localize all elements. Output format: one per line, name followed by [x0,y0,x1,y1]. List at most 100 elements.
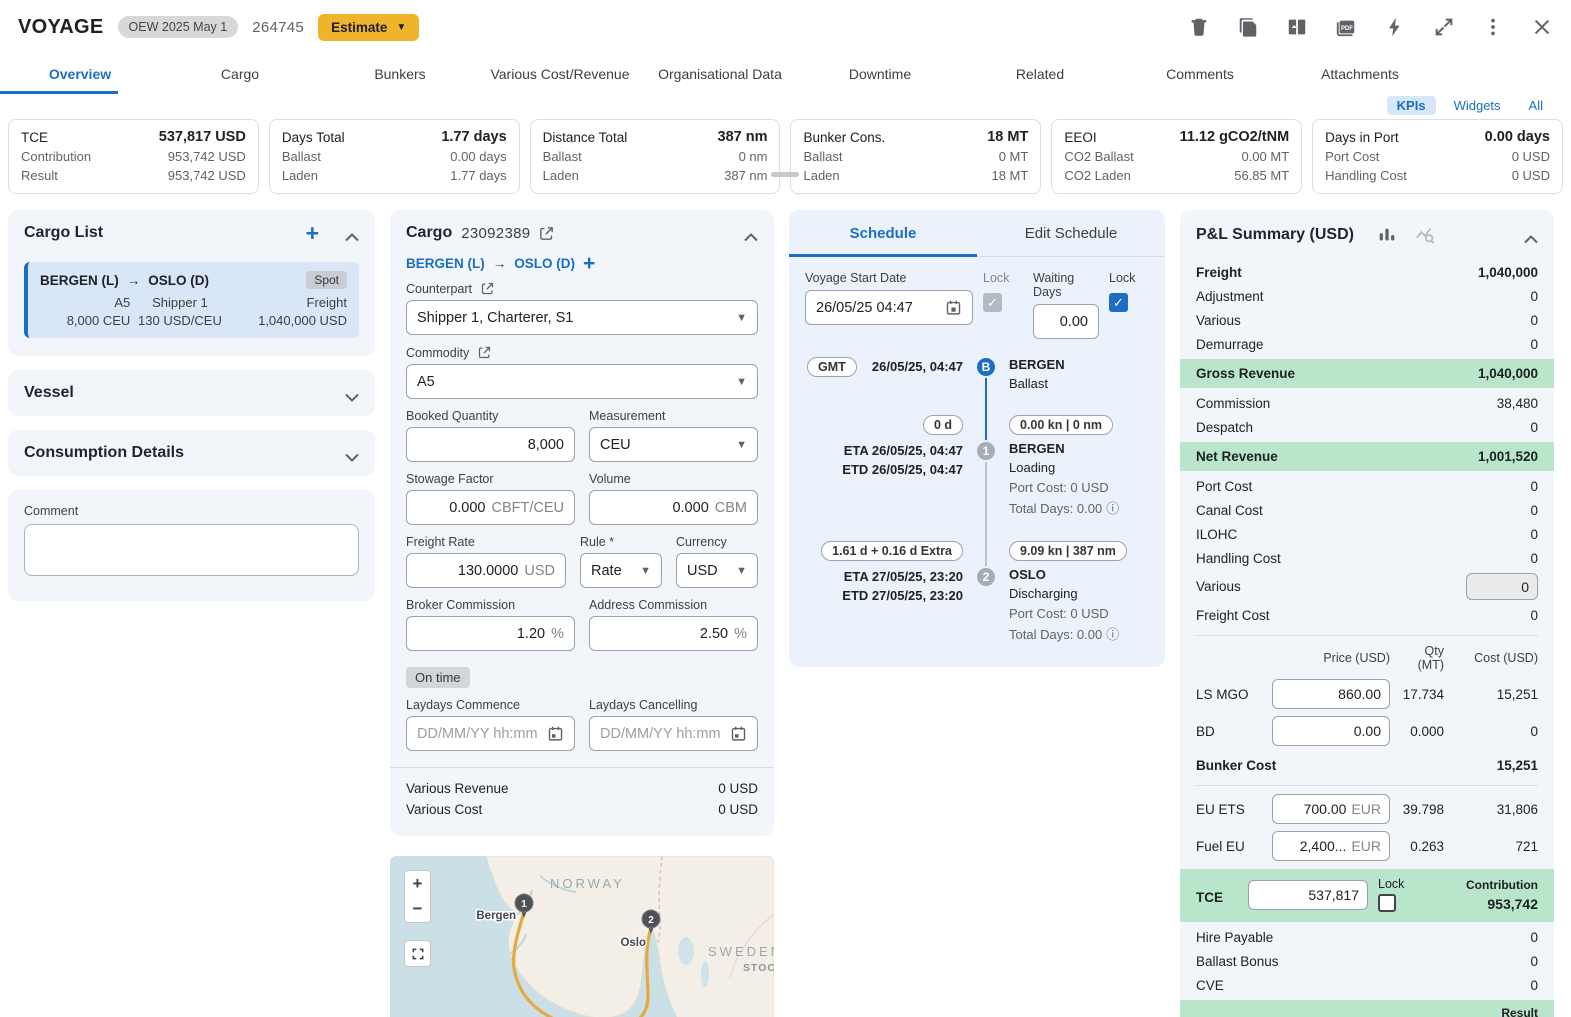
external-link-icon[interactable] [477,345,492,360]
lsmgo-price-input[interactable]: 860.00 [1272,679,1390,709]
calendar-icon[interactable] [547,725,564,742]
currency-select[interactable]: USD▼ [676,553,758,588]
booked-quantity-input[interactable]: 8,000 [406,427,575,462]
map-fullscreen-button[interactable] [404,940,431,967]
cargo-item-freight-value: 1,040,000 USD [230,313,347,328]
bolt-icon[interactable] [1384,16,1406,38]
comment-label: Comment [24,504,359,518]
delete-icon[interactable] [1188,16,1210,38]
external-link-icon[interactable] [538,225,555,242]
tab-cargo[interactable]: Cargo [160,54,320,94]
measurement-select[interactable]: CEU▼ [589,427,758,462]
voyage-start-date-input[interactable]: 26/05/25 04:47 [805,290,973,325]
tab-attachments[interactable]: Attachments [1280,54,1440,94]
map-zoom-out-button[interactable]: − [404,896,431,923]
comment-textarea[interactable] [24,524,359,576]
kpi-sub-label: CO2 Laden [1064,166,1131,185]
svg-text:1: 1 [521,899,527,910]
chevron-down-icon[interactable] [345,449,359,458]
pnl-row-label: Freight Cost [1196,608,1270,623]
stop1-port: BERGEN [1009,441,1065,456]
estimate-dropdown-button[interactable]: Estimate ▼ [318,14,419,41]
tab-related[interactable]: Related [960,54,1120,94]
tce-lock-checkbox[interactable] [1378,894,1396,912]
close-icon[interactable] [1531,16,1553,38]
voyage-start-lock-checkbox[interactable]: ✓ [983,293,1002,312]
map-label-oslo: Oslo [620,937,646,949]
pnl-row-value: 38,480 [1497,396,1538,411]
calendar-icon[interactable] [730,725,747,742]
view-kpis-link[interactable]: KPIs [1387,96,1436,115]
laydays-cancelling-input[interactable]: DD/MM/YY hh:mm [589,716,758,751]
tab-comments[interactable]: Comments [1120,54,1280,94]
stowage-factor-input[interactable]: 0.000CBFT/CEU [406,490,575,525]
book-compare-icon[interactable] [1286,16,1308,38]
broker-commission-input[interactable]: 1.20% [406,616,575,651]
measurement-label: Measurement [589,409,758,423]
rule-select[interactable]: Rate▼ [580,553,662,588]
add-cargo-icon[interactable]: + [306,224,319,242]
tab-various-cost-revenue[interactable]: Various Cost/Revenue [480,54,640,94]
address-commission-input[interactable]: 2.50% [589,616,758,651]
chevron-up-icon[interactable] [1524,231,1538,240]
view-widgets-link[interactable]: Widgets [1444,96,1511,115]
fuel-eu-price-value: 2,400... [1281,838,1346,854]
chevron-up-icon[interactable] [744,229,758,238]
waiting-days-lock-checkbox[interactable]: ✓ [1109,293,1128,312]
tab-bunkers[interactable]: Bunkers [320,54,480,94]
tab-overview[interactable]: Overview [0,54,160,94]
chevron-down-icon[interactable] [345,389,359,398]
map-zoom-in-button[interactable]: + [404,870,431,897]
freight-rate-input[interactable]: 130.0000USD [406,553,566,588]
pdf-export-icon[interactable]: PDF [1335,16,1357,38]
kpi-sub-value: 0.00 days [450,147,506,166]
result-label: Result [1196,1006,1538,1017]
eu-ets-price-input[interactable]: 700.00EUR [1272,794,1390,824]
panel-resize-handle[interactable] [771,172,799,177]
consumption-panel-title: Consumption Details [24,444,184,462]
various-cost-value: 0 [1475,579,1529,595]
svg-text:PDF: PDF [1341,26,1353,32]
cargo-list-item[interactable]: BERGEN (L) → OSLO (D) Spot A5 Shipper 1 … [24,262,359,338]
route-to-link[interactable]: OSLO (D) [514,256,575,271]
bd-price-input[interactable]: 0.00 [1272,716,1390,746]
waiting-days-value: 0.00 [1044,314,1088,330]
volume-input[interactable]: 0.000CBM [589,490,758,525]
bar-chart-icon[interactable] [1376,224,1398,246]
tab-edit-schedule[interactable]: Edit Schedule [977,210,1165,256]
route-from-link[interactable]: BERGEN (L) [406,256,485,271]
view-all-link[interactable]: All [1519,96,1553,115]
laydays-commence-input[interactable]: DD/MM/YY hh:mm [406,716,575,751]
tab-organisational-data[interactable]: Organisational Data [640,54,800,94]
stop1-eta: ETA 26/05/25, 04:47 [844,443,963,458]
kpi-sub-value: 56.85 MT [1234,166,1289,185]
tce-input[interactable]: 537,817 [1248,880,1368,910]
pnl-row-despatch: Despatch0 [1196,415,1538,439]
waiting-days-input[interactable]: 0.00 [1033,304,1099,339]
pnl-row-port-cost: Port Cost0 [1196,474,1538,498]
commodity-select[interactable]: A5▼ [406,364,758,399]
version-badge: OEW 2025 May 1 [118,16,239,38]
counterpart-select[interactable]: Shipper 1, Charterer, S1▼ [406,300,758,335]
expand-icon[interactable] [1433,16,1455,38]
kebab-menu-icon[interactable] [1482,16,1504,38]
pnl-row-various: Various0 [1196,308,1538,332]
tab-schedule-view[interactable]: Schedule [789,210,977,256]
copy-icon[interactable] [1237,16,1259,38]
calendar-icon[interactable] [945,299,962,316]
fuel-eu-price-input[interactable]: 2,400...EUR [1272,831,1390,861]
info-icon[interactable]: ⓘ [1106,501,1119,516]
tab-downtime[interactable]: Downtime [800,54,960,94]
address-commission-unit: % [734,626,747,642]
scatter-chart-icon[interactable] [1414,224,1436,246]
external-link-icon[interactable] [480,281,495,296]
various-cost-input[interactable]: 0 [1466,573,1538,600]
kpi-sub-value: 0 USD [1512,147,1550,166]
chevron-up-icon[interactable] [345,229,359,238]
add-port-icon[interactable]: + [583,257,595,271]
origin-port: BERGEN [1009,357,1065,372]
pnl-row-freight: Freight1,040,000 [1196,260,1538,284]
route-map[interactable]: NORWAY SWEDEN STOC Bergen Oslo North Sea… [390,856,774,1017]
info-icon[interactable]: ⓘ [1106,627,1119,642]
pnl-row-bunker-cost: Bunker Cost15,251 [1196,753,1538,777]
